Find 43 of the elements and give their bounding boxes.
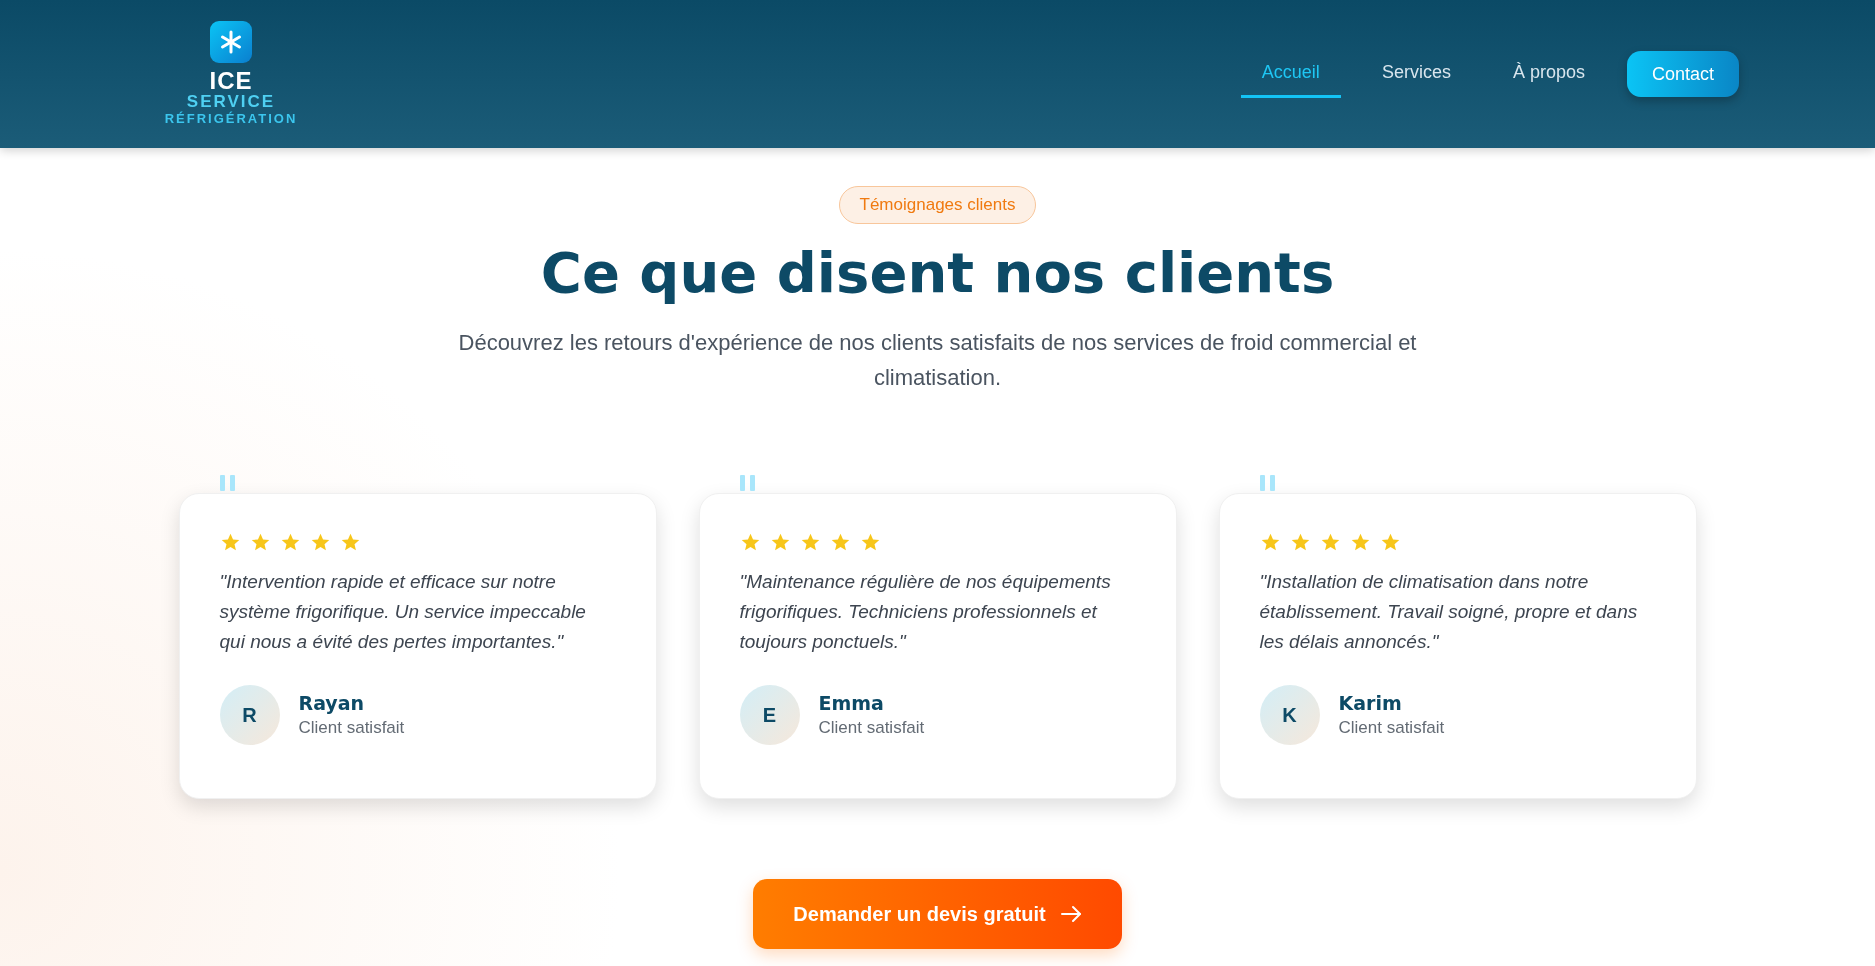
- star-icon: [309, 532, 331, 553]
- section-badge: Témoignages clients: [838, 186, 1037, 224]
- client-name: Emma: [818, 692, 885, 714]
- star-icon: [769, 532, 791, 553]
- avatar-circle: R: [219, 685, 280, 745]
- star-icon: [1289, 532, 1311, 553]
- contact-button[interactable]: Contact: [1626, 51, 1739, 97]
- nav-link[interactable]: À propos: [1491, 50, 1606, 98]
- star-icon: [249, 532, 271, 553]
- star-icon: [859, 532, 881, 553]
- snowflake-icon: [210, 21, 252, 63]
- arrow-right-icon: [1059, 905, 1082, 923]
- client-name: Rayan: [298, 692, 366, 714]
- quote-icon: [1258, 475, 1277, 491]
- avatar-circle: E: [739, 685, 800, 745]
- star-icon: [739, 532, 761, 553]
- testimonial-quote: "Installation de climatisation dans notre établissement. Travail soigné, propre et dans les délais annoncés.": [1259, 570, 1639, 654]
- testimonial-quote: "Maintenance régulière de nos équipements frigorifiques. Techniciens professionnels et toujours ponctuels.": [739, 570, 1112, 654]
- client-role: Client satisfait: [1338, 718, 1445, 738]
- star-icon: [219, 532, 241, 553]
- section-heading: Ce que disent nos clients: [540, 240, 1335, 305]
- quote-request-button[interactable]: Demander un devis gratuit: [753, 879, 1122, 949]
- logo-text: ICE: [209, 69, 253, 93]
- quote-icon: [738, 475, 757, 491]
- star-icon: [829, 532, 851, 553]
- nav-link[interactable]: Services: [1360, 50, 1472, 98]
- star-icon: [279, 532, 301, 553]
- star-icon: [1379, 532, 1401, 553]
- star-icon: [339, 532, 361, 553]
- client-role: Client satisfait: [298, 718, 405, 738]
- quote-icon: [218, 475, 237, 491]
- section-subtitle: Découvrez les retours d'expérience de nos clients satisfaits de nos services de froid commercial et climatisation.: [457, 329, 1418, 392]
- logo-text: RÉFRIGÉRATION: [164, 111, 298, 127]
- star-icon: [1349, 532, 1371, 553]
- star-icon: [1259, 532, 1281, 553]
- avatar-circle: K: [1259, 685, 1320, 745]
- client-role: Client satisfait: [818, 718, 925, 738]
- testimonial-quote: "Intervention rapide et efficace sur notre système frigorifique. Un service impeccable qui nous a évité des pertes importantes.": [219, 570, 587, 654]
- nav-link[interactable]: Accueil: [1240, 50, 1341, 98]
- star-icon: [1319, 532, 1341, 553]
- star-icon: [799, 532, 821, 553]
- logo-text: SERVICE: [186, 93, 276, 111]
- client-name: Karim: [1338, 692, 1403, 714]
